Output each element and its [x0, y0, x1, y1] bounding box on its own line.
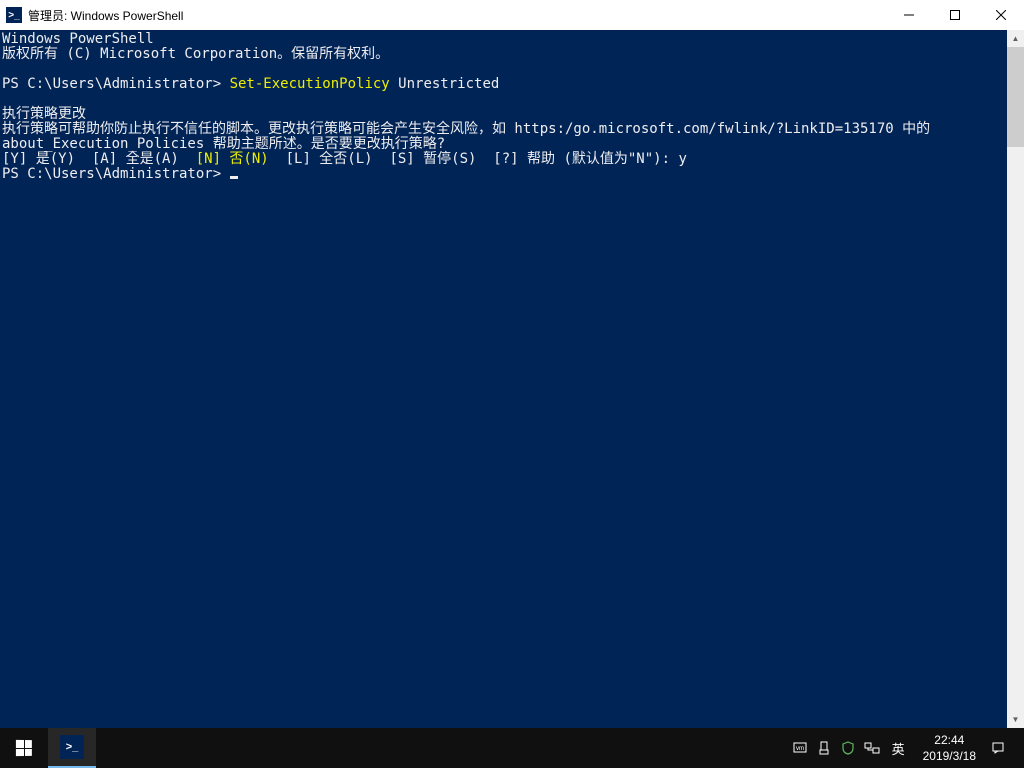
vertical-scrollbar[interactable]: ▲ ▼ [1007, 30, 1024, 728]
powershell-icon: >_ [60, 735, 84, 759]
prompt: PS C:\Users\Administrator> [2, 166, 230, 182]
ime-indicator[interactable]: 英 [888, 739, 909, 758]
powershell-icon: >_ [6, 7, 22, 23]
system-tray: vm 英 22:44 2019/3/18 [792, 728, 1024, 768]
clock-date: 2019/3/18 [923, 748, 976, 764]
network-icon[interactable] [864, 740, 880, 756]
policy-text-line: about_Execution_Policies 帮助主题所述。是否要更改执行策… [2, 136, 445, 152]
option-yes-all: [Y] 是(Y) [A] 全是(A) [2, 151, 196, 167]
notifications-icon[interactable] [990, 740, 1006, 756]
minimize-button[interactable] [886, 0, 932, 30]
console-output[interactable]: Windows PowerShell 版权所有 (C) Microsoft Co… [0, 30, 1024, 728]
svg-text:vm: vm [796, 746, 804, 752]
safe-remove-icon[interactable] [816, 740, 832, 756]
taskbar-item-powershell[interactable]: >_ [48, 728, 96, 768]
option-no-default: [N] 否(N) [196, 151, 269, 167]
console-header: Windows PowerShell [2, 31, 154, 47]
titlebar: >_ 管理员: Windows PowerShell [0, 0, 1024, 30]
maximize-button[interactable] [932, 0, 978, 30]
clock[interactable]: 22:44 2019/3/18 [917, 732, 982, 764]
scrollbar-thumb[interactable] [1007, 47, 1024, 147]
taskbar: >_ vm 英 22:44 2019/3/18 [0, 728, 1024, 768]
option-rest: [L] 全否(L) [S] 暂停(S) [?] 帮助 (默认值为"N"): y [269, 151, 687, 167]
cursor [230, 176, 238, 179]
policy-text-line: 执行策略可帮助你防止执行不信任的脚本。更改执行策略可能会产生安全风险，如 htt… [2, 121, 930, 137]
scroll-up-icon[interactable]: ▲ [1007, 30, 1024, 47]
console-copyright: 版权所有 (C) Microsoft Corporation。保留所有权利。 [2, 46, 389, 62]
prompt: PS C:\Users\Administrator> [2, 76, 230, 92]
close-button[interactable] [978, 0, 1024, 30]
command-arg: Unrestricted [390, 76, 500, 92]
windows-logo-icon [16, 740, 32, 756]
clock-time: 22:44 [923, 732, 976, 748]
scroll-down-icon[interactable]: ▼ [1007, 711, 1024, 728]
policy-change-title: 执行策略更改 [2, 106, 86, 122]
window-title: 管理员: Windows PowerShell [28, 7, 886, 24]
start-button[interactable] [0, 728, 48, 768]
vmware-tools-icon[interactable]: vm [792, 740, 808, 756]
security-icon[interactable] [840, 740, 856, 756]
command-name: Set-ExecutionPolicy [230, 76, 390, 92]
window-controls [886, 0, 1024, 30]
